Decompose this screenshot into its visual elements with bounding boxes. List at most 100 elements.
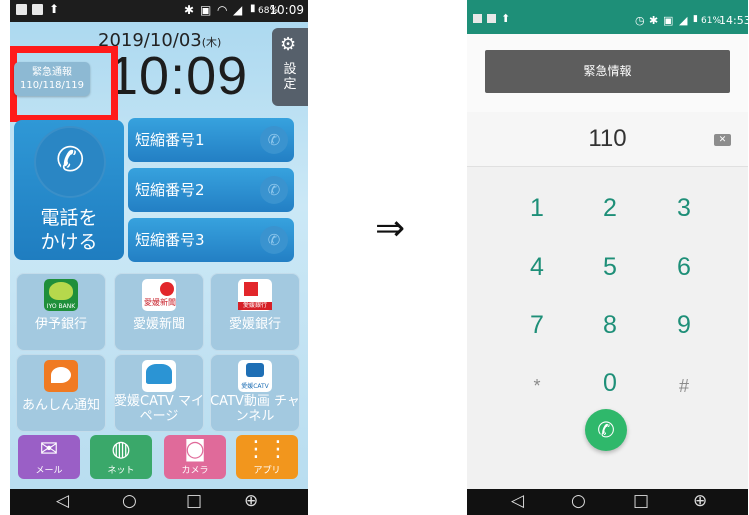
app-label: 愛媛新聞 bbox=[132, 317, 185, 332]
dock-label: ネット bbox=[107, 466, 135, 476]
dialed-number[interactable]: 110 bbox=[467, 125, 748, 153]
status-bar: ⬆ ◷ ✱ ▣ ◢ ▮ 61% 14:53 bbox=[467, 0, 748, 34]
emergency-label: 緊急通報 bbox=[32, 67, 72, 78]
upload-icon: ⬆ bbox=[49, 2, 60, 16]
status-bar: ⬆ ✱ ▣ ◠ ◢ ▮ 68% 10:09 bbox=[10, 0, 308, 22]
emergency-numbers: 110/118/119 bbox=[20, 80, 84, 91]
recents-icon[interactable]: □ bbox=[633, 491, 649, 511]
back-icon[interactable]: ◁ bbox=[56, 491, 69, 511]
message-icon bbox=[473, 14, 482, 23]
right-phone-screen: ⬆ ◷ ✱ ▣ ◢ ▮ 61% 14:53 緊急情報 110 ✕ 1 2 3 4… bbox=[467, 0, 748, 515]
upload-icon: ⬆ bbox=[501, 12, 511, 25]
dial-key-7[interactable]: 7 bbox=[507, 311, 567, 340]
make-call-label: 電話を かける bbox=[14, 206, 124, 254]
app-label: あんしん通知 bbox=[21, 398, 100, 413]
dial-key-8[interactable]: 8 bbox=[580, 311, 640, 340]
mail-button[interactable]: ✉ メール bbox=[18, 435, 80, 479]
ehime-bank-icon: 愛媛銀行 bbox=[238, 279, 272, 311]
nfc-icon: ▣ bbox=[663, 14, 674, 27]
backspace-icon[interactable]: ✕ bbox=[714, 134, 731, 146]
speed-dial-label: 短縮番号1 bbox=[135, 131, 205, 149]
speed-dial-label: 短縮番号3 bbox=[135, 231, 205, 249]
recents-icon[interactable]: □ bbox=[186, 491, 202, 511]
make-call-button[interactable]: ✆ 電話を かける bbox=[14, 120, 124, 260]
dial-key-5[interactable]: 5 bbox=[580, 253, 640, 282]
wifi-icon: ◠ bbox=[217, 3, 228, 17]
battery-percent: 61% bbox=[701, 16, 722, 26]
message-icon bbox=[16, 4, 27, 15]
status-time: 14:53 bbox=[719, 14, 748, 27]
image-icon bbox=[487, 14, 496, 23]
magnifier-icon[interactable]: ⊕ bbox=[244, 491, 258, 511]
bluetooth-icon: ✱ bbox=[184, 3, 195, 17]
phone-icon: ✆ bbox=[260, 176, 288, 204]
left-phone-screen: ⬆ ✱ ▣ ◠ ◢ ▮ 68% 10:09 2019/10/03(木) 10:0… bbox=[10, 0, 308, 515]
transition-arrow: ⇒ bbox=[375, 208, 406, 249]
dock-label: メール bbox=[35, 466, 63, 476]
status-time: 10:09 bbox=[269, 3, 304, 17]
apps-button[interactable]: ⋮⋮ アプリ bbox=[236, 435, 298, 479]
dock-label: アプリ bbox=[253, 466, 281, 476]
phone-icon: ✆ bbox=[597, 418, 615, 442]
dial-key-2[interactable]: 2 bbox=[580, 194, 640, 223]
catv-mypage-icon bbox=[142, 360, 176, 392]
ehime-shimbun-icon-text: 愛媛新聞 bbox=[144, 298, 176, 307]
phone-icon: ✆ bbox=[260, 226, 288, 254]
catv-video-icon-text: 愛媛CATV bbox=[241, 383, 269, 390]
back-icon[interactable]: ◁ bbox=[511, 491, 524, 511]
home-icon[interactable]: ○ bbox=[571, 491, 586, 511]
app-ehime-bank[interactable]: 愛媛銀行 愛媛銀行 bbox=[210, 273, 300, 351]
ehime-shimbun-icon: 愛媛新聞 bbox=[142, 279, 176, 311]
camera-button[interactable]: ◙ カメラ bbox=[164, 435, 226, 479]
clock-display: 10:09 bbox=[108, 46, 249, 106]
dial-key-0[interactable]: 0 bbox=[580, 369, 640, 398]
settings-button[interactable]: ⚙ 設定 bbox=[272, 28, 308, 106]
settings-label: 設定 bbox=[283, 62, 297, 92]
bluetooth-icon: ✱ bbox=[649, 14, 659, 27]
navigation-bar: ◁ ○ □ ⊕ bbox=[467, 489, 748, 515]
dial-key-3[interactable]: 3 bbox=[654, 194, 714, 223]
gear-icon: ⚙ bbox=[280, 34, 297, 55]
call-label-line2: かける bbox=[40, 231, 98, 253]
signal-icon: ◢ bbox=[679, 14, 688, 27]
internet-button[interactable]: ◍ ネット bbox=[90, 435, 152, 479]
dial-key-hash[interactable]: # bbox=[654, 376, 714, 397]
dial-key-4[interactable]: 4 bbox=[507, 253, 567, 282]
dial-key-9[interactable]: 9 bbox=[654, 311, 714, 340]
alarm-icon: ◷ bbox=[635, 14, 645, 27]
apps-grid-icon: ⋮⋮ bbox=[245, 437, 289, 462]
app-ehime-shimbun[interactable]: 愛媛新聞 愛媛新聞 bbox=[114, 273, 204, 351]
speed-dial-2-button[interactable]: 短縮番号2 ✆ bbox=[128, 168, 294, 212]
app-anshin-notice[interactable]: あんしん通知 bbox=[16, 354, 106, 432]
globe-icon: ◍ bbox=[111, 437, 131, 462]
app-catv-video[interactable]: 愛媛CATV CATV動画 チャンネル bbox=[210, 354, 300, 432]
app-label: 愛媛銀行 bbox=[228, 317, 281, 332]
call-label-line1: 電話を bbox=[40, 207, 98, 229]
battery-icon: ▮ bbox=[693, 14, 698, 24]
phone-icon: ✆ bbox=[260, 126, 288, 154]
emergency-call-button[interactable]: 緊急通報 110/118/119 bbox=[14, 62, 90, 96]
signal-icon: ◢ bbox=[233, 3, 243, 17]
navigation-bar: ◁ ○ □ ⊕ bbox=[10, 489, 308, 515]
dial-key-6[interactable]: 6 bbox=[654, 253, 714, 282]
image-icon bbox=[32, 4, 43, 15]
dial-key-star[interactable]: * bbox=[507, 376, 567, 397]
magnifier-icon[interactable]: ⊕ bbox=[693, 491, 707, 511]
mail-icon: ✉ bbox=[39, 437, 59, 462]
speed-dial-1-button[interactable]: 短縮番号1 ✆ bbox=[128, 118, 294, 162]
app-label: 伊予銀行 bbox=[34, 317, 87, 332]
dial-call-button[interactable]: ✆ bbox=[585, 409, 627, 451]
app-label: 愛媛CATV マイページ bbox=[114, 394, 204, 424]
home-icon[interactable]: ○ bbox=[122, 491, 137, 511]
emergency-info-button[interactable]: 緊急情報 bbox=[485, 50, 730, 93]
app-iyo-bank[interactable]: IYO BANK 伊予銀行 bbox=[16, 273, 106, 351]
catv-video-icon: 愛媛CATV bbox=[238, 360, 272, 392]
dock-label: カメラ bbox=[181, 466, 209, 476]
speed-dial-3-button[interactable]: 短縮番号3 ✆ bbox=[128, 218, 294, 262]
phone-circle: ✆ bbox=[34, 126, 106, 198]
speed-dial-label: 短縮番号2 bbox=[135, 181, 205, 199]
app-catv-mypage[interactable]: 愛媛CATV マイページ bbox=[114, 354, 204, 432]
app-label: CATV動画 チャンネル bbox=[210, 394, 300, 424]
ehime-bank-icon-text: 愛媛銀行 bbox=[238, 302, 272, 310]
dial-key-1[interactable]: 1 bbox=[507, 194, 567, 223]
